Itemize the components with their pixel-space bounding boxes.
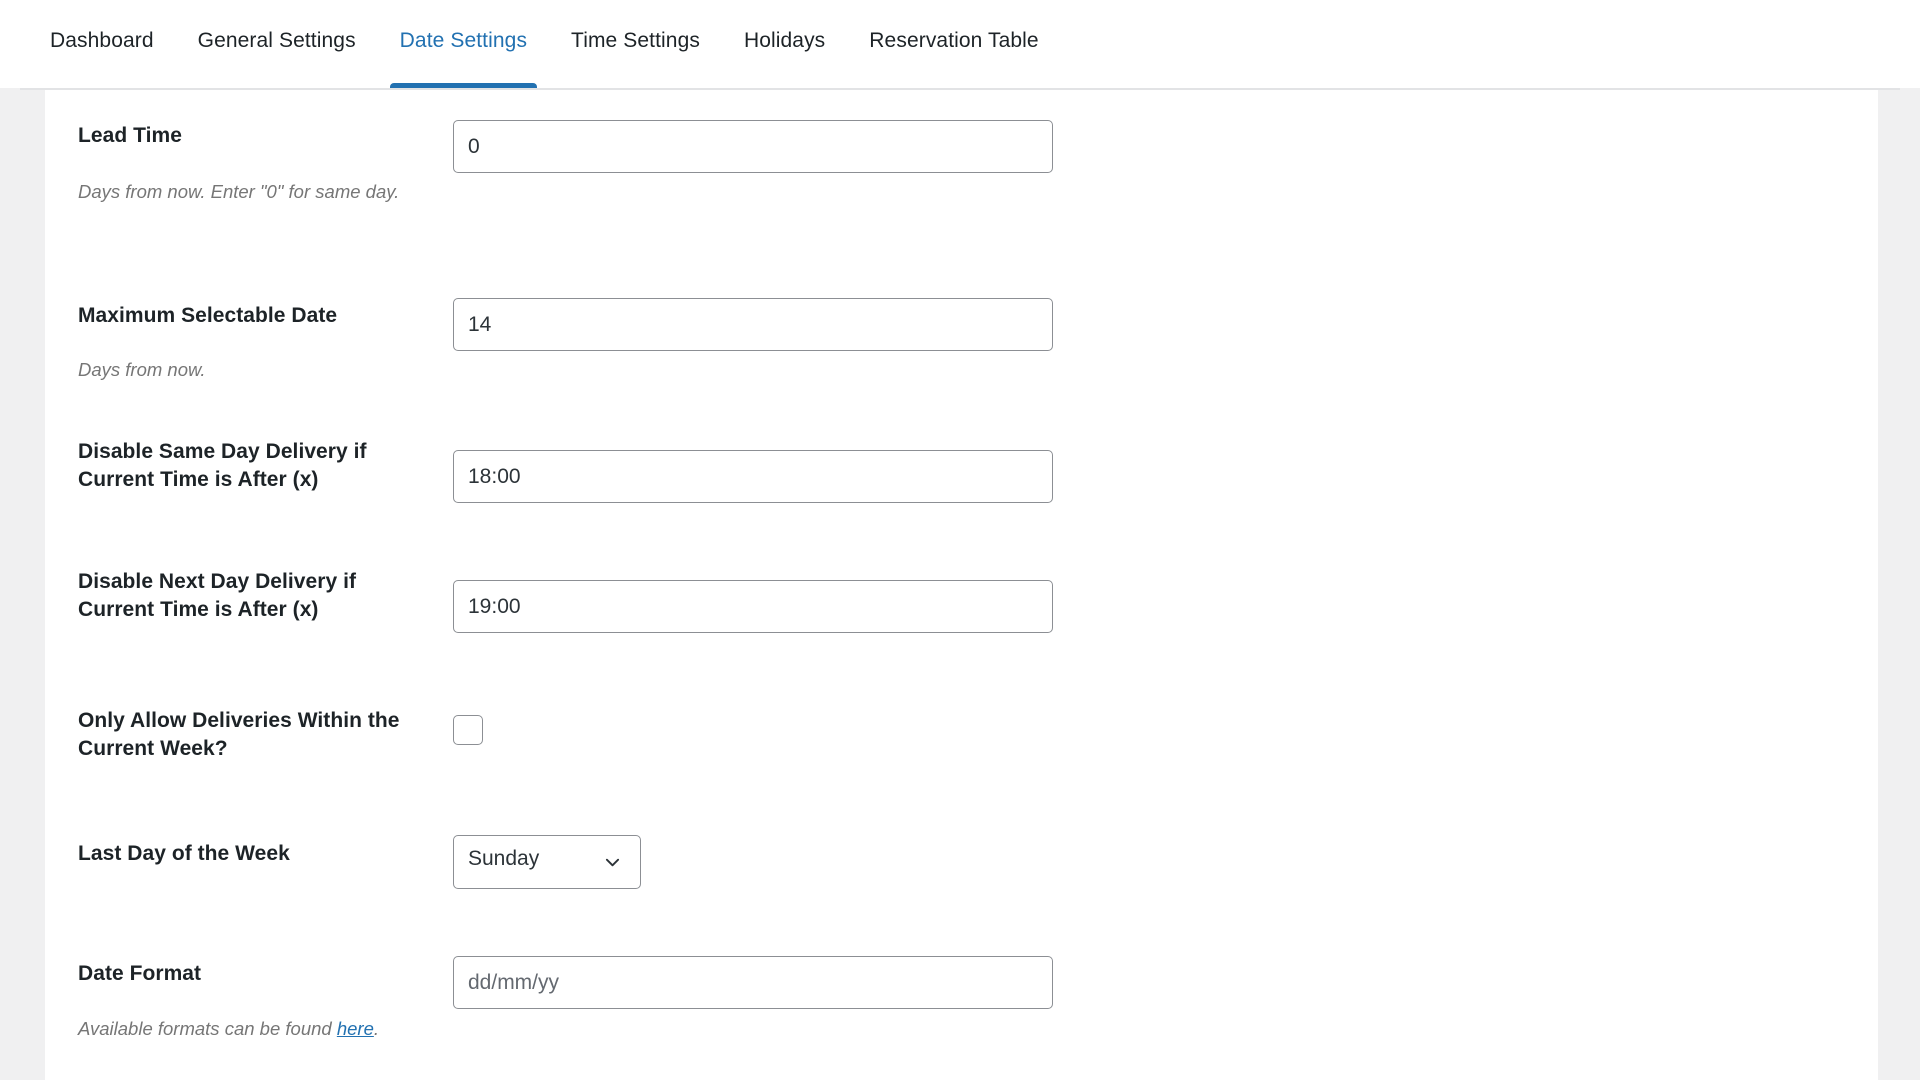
date-format-label: Date Format [78,960,408,988]
lead-time-field-wrap [453,120,1053,173]
date-format-field-wrap [453,956,1053,1009]
maximum-selectable-date-description: Days from now. [78,356,408,383]
lead-time-label: Lead Time [78,122,408,150]
tab-label: Dashboard [50,29,154,52]
tab-label: Holidays [744,29,825,52]
date-format-description-text-before: Available formats can be found [78,1018,337,1039]
tab-bar: Dashboard General Settings Date Settings… [0,0,1920,88]
maximum-selectable-date-input[interactable] [453,298,1053,351]
tab-reservation-table[interactable]: Reservation Table [847,26,1060,56]
disable-next-day-delivery-label: Disable Next Day Delivery if Current Tim… [78,568,408,624]
last-day-of-week-label: Last Day of the Week [78,840,408,868]
last-day-of-week-field-wrap: Sunday [453,835,641,889]
tab-label: Time Settings [571,29,700,52]
lead-time-description: Days from now. Enter "0" for same day. [78,178,408,205]
tab-dashboard[interactable]: Dashboard [40,26,176,56]
maximum-selectable-date-label: Maximum Selectable Date [78,302,408,330]
current-week-only-checkbox[interactable] [453,715,483,745]
tab-date-settings[interactable]: Date Settings [378,26,549,56]
current-week-only-field-wrap [453,715,483,745]
tab-general-settings[interactable]: General Settings [176,26,378,56]
settings-panel: Lead Time Days from now. Enter "0" for s… [45,90,1878,1080]
last-day-of-week-selected-value: Sunday [468,847,539,871]
date-format-here-link[interactable]: here [337,1018,374,1039]
tab-time-settings[interactable]: Time Settings [549,26,722,56]
lead-time-input[interactable] [453,120,1053,173]
disable-same-day-delivery-field-wrap [453,450,1053,503]
chevron-down-icon [605,855,620,870]
tab-label: Date Settings [400,29,527,52]
date-format-description: Available formats can be found here. [78,1015,408,1042]
maximum-selectable-date-field-wrap [453,298,1053,351]
disable-same-day-delivery-input[interactable] [453,450,1053,503]
date-format-description-text-after: . [374,1018,379,1039]
disable-next-day-delivery-field-wrap [453,580,1053,633]
current-week-only-label: Only Allow Deliveries Within the Current… [78,707,408,763]
last-day-of-week-select[interactable]: Sunday [453,835,641,889]
tab-label: General Settings [198,29,356,52]
tab-holidays[interactable]: Holidays [722,26,847,56]
date-format-input[interactable] [453,956,1053,1009]
tab-label: Reservation Table [869,29,1038,52]
disable-next-day-delivery-input[interactable] [453,580,1053,633]
disable-same-day-delivery-label: Disable Same Day Delivery if Current Tim… [78,438,408,494]
tab-list: Dashboard General Settings Date Settings… [40,26,1061,56]
